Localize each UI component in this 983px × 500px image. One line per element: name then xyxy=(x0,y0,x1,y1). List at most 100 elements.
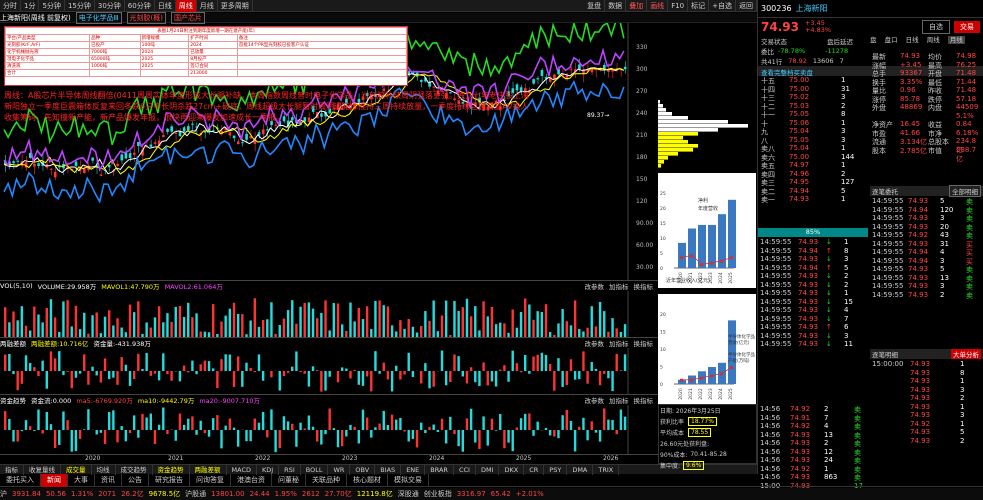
order-level[interactable]: 卖六 75.00 144 xyxy=(761,153,865,162)
dock-tab[interactable]: 问董秘 xyxy=(272,473,306,487)
tab-1min[interactable]: 1分 xyxy=(21,0,40,12)
rp-tab[interactable]: 盘 xyxy=(870,36,877,44)
order-level[interactable]: 十五 75.00 1 xyxy=(761,76,865,85)
order-level[interactable]: 九 75.04 3 xyxy=(761,127,865,136)
ind-tab[interactable]: TRIX xyxy=(593,464,620,475)
trade-dir: ↓ xyxy=(826,289,832,297)
recent-price: 74.91 xyxy=(790,413,811,422)
rp-tab[interactable]: 日线 xyxy=(906,36,919,44)
ind-tab[interactable]: BRAR xyxy=(425,464,454,475)
concept-tag-3[interactable]: 国产芯片 xyxy=(170,11,205,24)
dock-tab[interactable]: 港澳台资 xyxy=(231,473,272,487)
ind-tab[interactable]: CR xyxy=(524,464,545,475)
stat-value: 93367 xyxy=(900,69,923,77)
vol-add-button[interactable]: 加指标 xyxy=(609,281,629,291)
fund-bar xyxy=(99,430,103,433)
order-level[interactable]: 卖八 75.04 1 xyxy=(761,144,865,153)
trades-detail-button[interactable]: 全部明细 xyxy=(949,185,981,197)
volume-bar xyxy=(494,324,498,337)
margin-bar xyxy=(324,371,327,391)
ind-tab[interactable]: DMA xyxy=(567,464,594,475)
ind3-add-button[interactable]: 加指标 xyxy=(609,395,629,405)
margin-bar xyxy=(528,371,531,374)
trade-price: 74.94 xyxy=(798,246,819,255)
tab-30min[interactable]: 30分钟 xyxy=(95,0,125,12)
fund-bar xyxy=(270,409,273,430)
tab-more-periods[interactable]: 更多周期 xyxy=(218,0,253,12)
dock-tab[interactable]: 问询答复 xyxy=(190,473,231,487)
fund-bar xyxy=(403,430,406,432)
review-button[interactable]: 复盘 xyxy=(584,0,606,12)
concept-tag-1[interactable]: 电子化学品Ⅲ xyxy=(75,11,122,24)
block-row: 74.93 2 xyxy=(870,437,983,446)
order-level[interactable]: 卖一 74.93 1 xyxy=(761,195,865,204)
order-level[interactable]: 十二 75.03 2 xyxy=(761,102,865,111)
dock-tab[interactable]: 委托买入 xyxy=(0,473,41,487)
chart-ylabel: 20 xyxy=(660,312,666,318)
margin-bar xyxy=(569,359,573,371)
dock-tab[interactable]: 大事 xyxy=(68,473,95,487)
ind-tab[interactable]: CCI xyxy=(454,464,476,475)
sz-amt: 2612 xyxy=(301,490,320,498)
order-level[interactable]: 卖五 74.97 1 xyxy=(761,161,865,170)
ind2-add-button[interactable]: 加指标 xyxy=(609,338,629,348)
dock-tab[interactable]: 资讯 xyxy=(95,473,122,487)
watch-button[interactable]: 自选 xyxy=(922,20,950,34)
margin-bar xyxy=(228,354,232,371)
ind-tab[interactable]: PSY xyxy=(544,464,568,475)
block-row: 74.93 3 xyxy=(870,411,983,420)
fund-bar xyxy=(340,430,344,447)
ind-tab[interactable]: DMI xyxy=(476,464,500,475)
big-order-button[interactable]: 大单分析 xyxy=(951,349,981,359)
vol-param-button[interactable]: 改参数 xyxy=(585,281,605,291)
order-level[interactable]: 八 75.05 3 xyxy=(761,136,865,145)
dock-tab[interactable]: 模拟交易 xyxy=(388,473,429,487)
dock-tab[interactable]: 公告 xyxy=(122,473,149,487)
concept-tag-2[interactable]: 光刻胶(概) xyxy=(126,11,166,24)
overlay-button[interactable]: 叠加 xyxy=(626,0,648,12)
ind-tab[interactable]: DKX xyxy=(499,464,525,475)
ind3-switch-button[interactable]: 换指标 xyxy=(634,395,654,405)
order-level[interactable]: 卖三 74.95 127 xyxy=(761,178,865,187)
volume-bar xyxy=(569,325,573,337)
dock-tab[interactable]: 核心题材 xyxy=(347,473,388,487)
trade-button[interactable]: 交易 xyxy=(954,21,980,33)
rp-tab[interactable]: 月线 xyxy=(947,36,965,44)
trade-dir: ↓ xyxy=(826,238,832,246)
tab-weekly[interactable]: 周线 xyxy=(175,0,197,12)
rp-tab[interactable]: 盘口 xyxy=(885,36,898,44)
dock-tab[interactable]: 新闻 xyxy=(41,473,68,487)
tab-5min[interactable]: 5分钟 xyxy=(39,0,65,12)
dock-tab[interactable]: 关联品种 xyxy=(306,473,347,487)
order-level[interactable]: 十 75.06 1 xyxy=(761,119,865,128)
mark-button[interactable]: 标记 xyxy=(688,0,710,12)
ind3-param-button[interactable]: 改参数 xyxy=(585,395,605,405)
tab-fenshi[interactable]: 分时 xyxy=(0,0,21,12)
volume-bar xyxy=(299,306,302,337)
app-root: 分时 1分 5分钟 15分钟 30分钟 60分钟 日线 周线 月线 更多周期 复… xyxy=(0,0,983,500)
trade-dir: ↓ xyxy=(826,314,832,323)
back-button[interactable]: 返回 xyxy=(736,0,757,12)
draw-button[interactable]: 画线 xyxy=(647,0,669,12)
add-watchlist-button[interactable]: +自选 xyxy=(709,0,736,12)
ind2-switch-button[interactable]: 换指标 xyxy=(634,338,654,348)
order-level[interactable]: 十三 75.02 3 xyxy=(761,93,865,102)
order-level[interactable]: 十一 75.05 8 xyxy=(761,110,865,119)
order-level[interactable]: 卖四 74.96 2 xyxy=(761,170,865,179)
tab-daily[interactable]: 日线 xyxy=(155,0,176,12)
vol-switch-button[interactable]: 换指标 xyxy=(634,281,654,291)
trade-row: 14:59:55 74.93 ↓ 1 xyxy=(758,289,868,298)
order-level[interactable]: 十四 75.00 31 xyxy=(761,85,865,94)
tab-15min[interactable]: 15分钟 xyxy=(65,0,95,12)
fund-bar xyxy=(407,430,410,442)
tab-60min[interactable]: 60分钟 xyxy=(125,0,155,12)
trade-time: 14:59:55 xyxy=(760,263,792,272)
dock-tab[interactable]: 研究报告 xyxy=(149,473,190,487)
rp-tab[interactable]: 周线 xyxy=(927,36,940,44)
margin-bar xyxy=(108,371,111,380)
tab-monthly[interactable]: 月线 xyxy=(197,0,218,12)
ind2-param-button[interactable]: 改参数 xyxy=(585,338,605,348)
data-button[interactable]: 数据 xyxy=(605,0,627,12)
f10-button[interactable]: F10 xyxy=(668,0,689,12)
order-level[interactable]: 卖二 74.94 5 xyxy=(761,187,865,196)
